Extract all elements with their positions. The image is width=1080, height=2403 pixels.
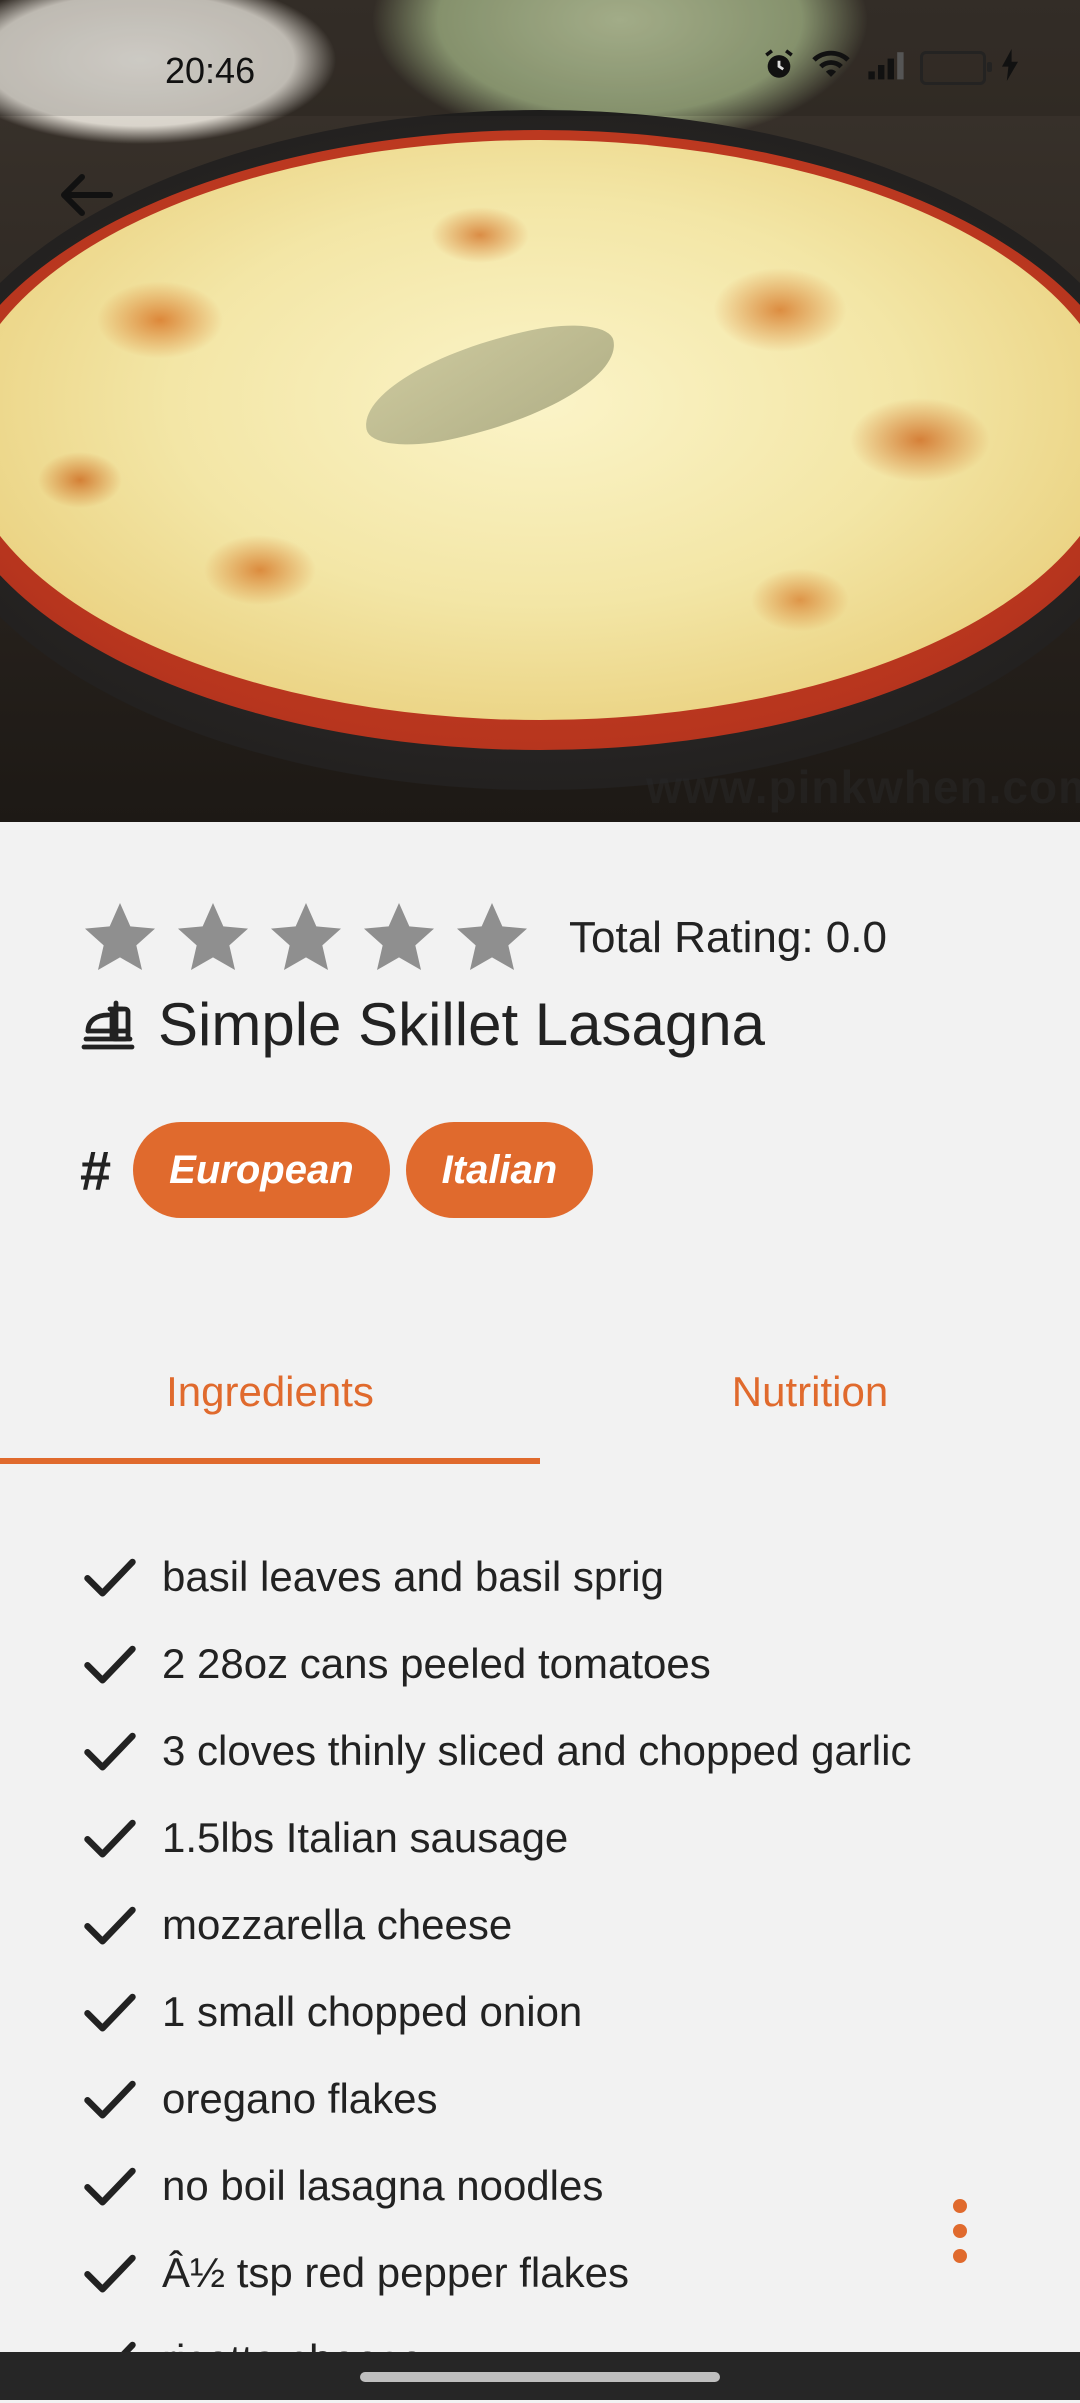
star-icon-1[interactable] <box>80 898 160 978</box>
home-gesture-handle[interactable] <box>360 2372 720 2382</box>
signal-icon <box>866 49 906 86</box>
list-item: 2 28oz cans peeled tomatoes <box>80 1620 711 1707</box>
star-icon-3[interactable] <box>266 898 346 978</box>
status-time: 20:46 <box>165 50 256 91</box>
ingredient-text: Â½ tsp red pepper flakes <box>162 2248 629 2296</box>
star-icon-4[interactable] <box>359 898 439 978</box>
ingredient-text: 2 28oz cans peeled tomatoes <box>162 1639 711 1687</box>
list-item: 3 cloves thinly sliced and chopped garli… <box>80 1707 911 1794</box>
status-bar: 20:46 <box>0 0 1080 116</box>
recipe-title: Simple Skillet Lasagna <box>158 991 766 1058</box>
checkmark-icon <box>84 2167 136 2205</box>
hash-icon: # <box>80 1138 112 1202</box>
list-item: 1.5lbs Italian sausage <box>80 1794 568 1881</box>
cooking-pot-icon <box>81 1000 135 1049</box>
status-icons <box>762 48 1020 87</box>
ingredient-text: 1 small chopped onion <box>162 1987 583 2035</box>
charging-icon <box>1000 49 1020 86</box>
tab-selected-indicator <box>0 1458 540 1464</box>
checkmark-icon <box>84 1645 136 1683</box>
alarm-icon <box>762 48 796 87</box>
back-arrow-icon <box>61 174 113 216</box>
system-navigation-bar <box>0 2352 1080 2400</box>
tag-chip-italian[interactable]: Italian <box>405 1122 594 1218</box>
ingredient-text: basil leaves and basil sprig <box>162 1552 664 1600</box>
tag-chip-european[interactable]: European <box>133 1122 390 1218</box>
image-watermark: www.pinkwhen.com <box>646 761 1080 813</box>
ingredient-text: 1.5lbs Italian sausage <box>162 1813 569 1861</box>
more-options-button[interactable] <box>944 2196 976 2266</box>
list-item: basil leaves and basil sprig <box>80 1533 664 1620</box>
total-rating-label: Total Rating: 0.0 <box>569 913 887 962</box>
rating-row: Total Rating: 0.0 <box>80 898 887 978</box>
ingredient-text: mozzarella cheese <box>162 1900 513 1948</box>
tab-nutrition[interactable]: Nutrition <box>540 1340 1080 1444</box>
battery-icon <box>920 50 992 85</box>
recipe-hero-image: www.pinkwhen.com 20:46 <box>0 0 1080 822</box>
checkmark-icon <box>84 1558 136 1596</box>
back-button[interactable] <box>50 165 120 225</box>
list-item: 1 small chopped onion <box>80 1968 582 2055</box>
tab-bar: Ingredients Nutrition <box>0 1340 1080 1466</box>
list-item: oregano flakes <box>80 2055 438 2142</box>
list-item: Â½ tsp red pepper flakes <box>80 2229 629 2316</box>
ingredient-text: oregano flakes <box>162 2074 438 2122</box>
ingredient-text: no boil lasagna noodles <box>162 2161 604 2209</box>
checkmark-icon <box>84 2080 136 2118</box>
wifi-icon <box>810 48 852 87</box>
checkmark-icon <box>84 1819 136 1857</box>
cheese-layer <box>0 140 1080 720</box>
checkmark-icon <box>84 1906 136 1944</box>
list-item: no boil lasagna noodles <box>80 2142 603 2229</box>
tab-ingredients[interactable]: Ingredients <box>0 1340 540 1444</box>
tags-row: # European Italian <box>80 1122 609 1218</box>
star-icon-2[interactable] <box>173 898 253 978</box>
checkmark-icon <box>84 2254 136 2292</box>
ingredient-text: 3 cloves thinly sliced and chopped garli… <box>162 1726 912 1774</box>
checkmark-icon <box>84 1732 136 1770</box>
recipe-title-row: Simple Skillet Lasagna <box>76 990 765 1059</box>
more-vert-icon <box>953 2199 967 2263</box>
list-item: mozzarella cheese <box>80 1881 512 1968</box>
checkmark-icon <box>84 1993 136 2031</box>
star-icon-5[interactable] <box>452 898 532 978</box>
